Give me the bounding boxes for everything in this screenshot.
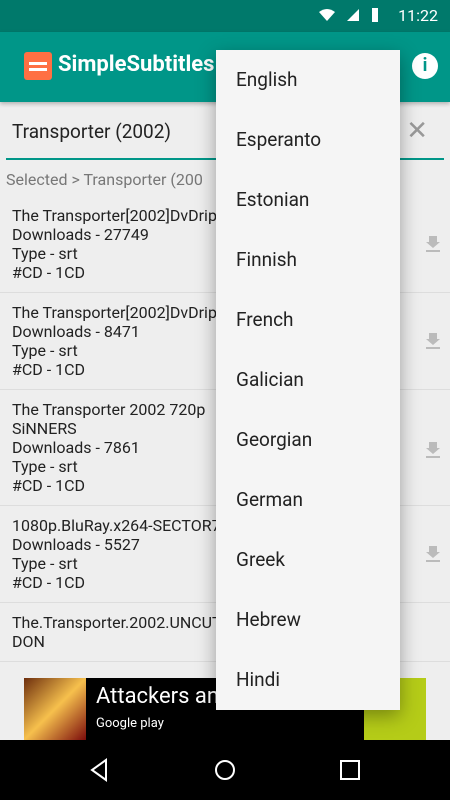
back-icon[interactable] <box>88 758 112 782</box>
ad-store-label: Google play <box>96 716 164 731</box>
app-title: SimpleSubtitles <box>58 52 215 77</box>
breadcrumb: Selected > Transporter (200 <box>6 170 203 189</box>
ad-image <box>24 678 86 740</box>
clear-icon[interactable]: ✕ <box>406 116 428 146</box>
app-logo-icon <box>24 52 52 80</box>
recents-icon[interactable] <box>338 758 362 782</box>
status-bar: 11:22 <box>0 0 450 32</box>
dropdown-option[interactable]: Georgian <box>216 410 400 470</box>
dropdown-option[interactable]: Finnish <box>216 230 400 290</box>
status-time: 11:22 <box>398 6 438 25</box>
download-icon[interactable] <box>426 236 440 252</box>
info-icon[interactable]: i <box>412 53 438 79</box>
signal-icon <box>347 9 359 21</box>
dropdown-option[interactable]: Greek <box>216 530 400 590</box>
wifi-icon <box>319 9 335 21</box>
status-icons <box>318 7 380 23</box>
home-icon[interactable] <box>213 758 237 782</box>
navigation-bar <box>0 740 450 800</box>
dropdown-option[interactable]: Esperanto <box>216 110 400 170</box>
dropdown-option[interactable]: English <box>216 50 400 110</box>
language-dropdown: English Esperanto Estonian Finnish Frenc… <box>216 50 400 710</box>
dropdown-option[interactable]: French <box>216 290 400 350</box>
ad-headline: Attackers an <box>96 684 220 709</box>
dropdown-option[interactable]: Estonian <box>216 170 400 230</box>
dropdown-option[interactable]: Hebrew <box>216 590 400 650</box>
dropdown-option[interactable]: German <box>216 470 400 530</box>
download-icon[interactable] <box>426 442 440 458</box>
download-icon[interactable] <box>426 546 440 562</box>
battery-icon <box>372 8 378 22</box>
download-icon[interactable] <box>426 333 440 349</box>
dropdown-option[interactable]: Galician <box>216 350 400 410</box>
dropdown-option[interactable]: Hindi <box>216 650 400 710</box>
